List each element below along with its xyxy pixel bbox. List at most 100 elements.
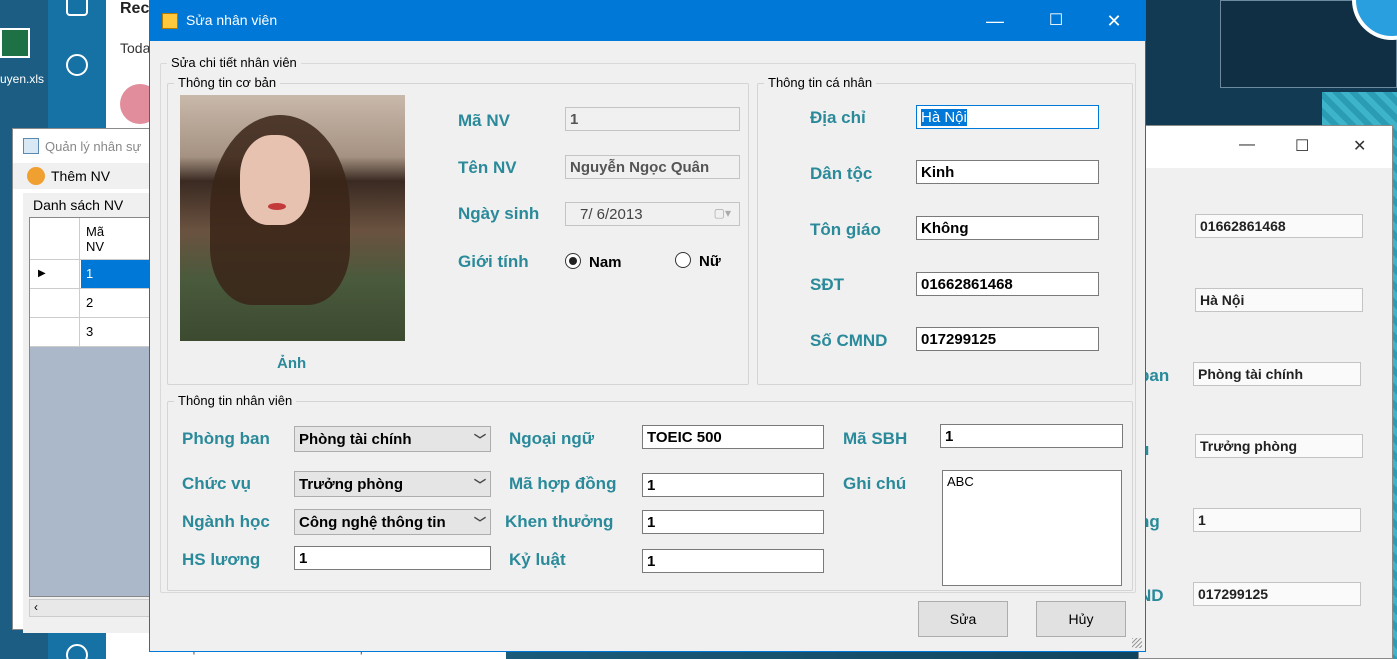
ma-nv-field[interactable]: 1 bbox=[565, 107, 740, 131]
qlns-titlebar[interactable]: Quản lý nhân sự bbox=[13, 129, 161, 163]
dia-chi-selected-text: Hà Nội bbox=[921, 109, 967, 126]
employee-photo[interactable] bbox=[180, 95, 405, 341]
ghi-chu-label: Ghi chú bbox=[843, 474, 907, 493]
window-icon bbox=[162, 13, 178, 29]
hs-luong-label: HS lương bbox=[182, 550, 261, 569]
dialog-title: Sửa nhân viên bbox=[186, 12, 278, 28]
excel-file-label: uyen.xls bbox=[0, 72, 45, 86]
ky-luat-label: Kỷ luật bbox=[509, 550, 566, 569]
grid-cell: 1 bbox=[86, 266, 94, 281]
dan-toc-label: Dân tộc bbox=[810, 164, 873, 183]
ngay-sinh-datepicker[interactable]: 7/ 6/2013 ▢▾ bbox=[565, 202, 740, 226]
edit-employee-dialog[interactable]: Sửa nhân viên — ☐ ✕ Sửa chi tiết nhân vi… bbox=[149, 0, 1146, 652]
scroll-left-icon[interactable]: ‹ bbox=[34, 600, 38, 614]
dia-chi-field[interactable]: Hà Nội bbox=[916, 105, 1099, 129]
row-selector[interactable]: ▶ bbox=[30, 260, 80, 288]
ngay-sinh-value: 7/ 6/2013 bbox=[580, 206, 643, 223]
contacts-icon[interactable] bbox=[66, 0, 88, 16]
help-icon[interactable] bbox=[66, 644, 88, 659]
bot-icon[interactable] bbox=[66, 54, 88, 76]
edit-button[interactable]: Sửa bbox=[918, 601, 1008, 637]
grid-cell: 3 bbox=[86, 324, 94, 339]
ten-nv-field[interactable]: Nguyễn Ngọc Quân bbox=[565, 155, 740, 179]
ton-giao-field[interactable]: Không bbox=[916, 216, 1099, 240]
hs-luong-field[interactable]: 1 bbox=[294, 546, 491, 570]
ngoai-ngu-label: Ngoại ngữ bbox=[509, 429, 595, 448]
employee-list-group: Danh sách NV Mã NV ▶ 1 2 3 bbox=[23, 193, 164, 633]
maximize-icon[interactable]: ☐ bbox=[1295, 136, 1309, 156]
photo-lips bbox=[268, 203, 286, 210]
chevron-down-icon[interactable]: ﹀ bbox=[474, 431, 486, 448]
detail-cmnd: 017299125 bbox=[1193, 582, 1361, 606]
radio-nu[interactable] bbox=[675, 252, 691, 268]
add-user-icon[interactable] bbox=[27, 167, 45, 185]
radio-nu-label[interactable]: Nữ bbox=[699, 253, 721, 270]
khen-thuong-field[interactable]: 1 bbox=[642, 510, 824, 534]
detail-titlebar[interactable]: — ☐ ✕ bbox=[1139, 126, 1392, 168]
calendar-dropdown-icon[interactable]: ▢▾ bbox=[714, 206, 731, 220]
detail-address: Hà Nội bbox=[1195, 288, 1363, 312]
ma-nv-label: Mã NV bbox=[458, 111, 510, 130]
ngay-sinh-label: Ngày sinh bbox=[458, 204, 540, 223]
close-icon[interactable]: ✕ bbox=[1353, 136, 1366, 156]
grid-header: Mã NV bbox=[30, 218, 164, 260]
detail-field: 1 bbox=[1193, 508, 1361, 532]
excel-file-icon[interactable] bbox=[0, 28, 30, 58]
grid-corner bbox=[30, 218, 80, 259]
grid-header-ma-nv[interactable]: Mã NV bbox=[86, 224, 116, 254]
dialog-titlebar[interactable]: Sửa nhân viên — ☐ ✕ bbox=[150, 1, 1145, 41]
ma-sbh-label: Mã SBH bbox=[843, 429, 908, 448]
basic-info-label: Thông tin cơ bản bbox=[174, 75, 281, 90]
resize-grip-icon[interactable] bbox=[1132, 638, 1142, 648]
nganh-hoc-select[interactable]: Công nghệ thông tin ﹀ bbox=[294, 509, 491, 535]
ky-luat-field[interactable]: 1 bbox=[642, 549, 824, 573]
employee-list-label: Danh sách NV bbox=[33, 197, 124, 213]
current-row-arrow-icon: ▶ bbox=[38, 268, 46, 279]
dan-toc-field[interactable]: Kinh bbox=[916, 160, 1099, 184]
employee-grid[interactable]: Mã NV ▶ 1 2 3 bbox=[29, 217, 164, 597]
maximize-button[interactable]: ☐ bbox=[1041, 9, 1071, 33]
cmnd-field[interactable]: 017299125 bbox=[916, 327, 1099, 351]
employee-detail-window[interactable]: — ☐ ✕ 01662861468 ỉ Hà Nội ban Phòng tài… bbox=[1138, 125, 1393, 659]
chuc-vu-value: Trưởng phòng bbox=[299, 476, 404, 493]
add-employee-button[interactable]: Thêm NV bbox=[51, 168, 110, 184]
ma-hop-dong-field[interactable]: 1 bbox=[642, 473, 824, 497]
chevron-down-icon[interactable]: ﹀ bbox=[473, 514, 486, 531]
qlns-toolbar: Thêm NV bbox=[13, 163, 161, 189]
radio-nam[interactable] bbox=[565, 253, 581, 269]
gioi-tinh-label: Giới tính bbox=[458, 252, 529, 271]
ton-giao-label: Tôn giáo bbox=[810, 220, 881, 239]
sdt-field[interactable]: 01662861468 bbox=[916, 272, 1099, 296]
minimize-button[interactable]: — bbox=[980, 9, 1010, 33]
row-selector[interactable] bbox=[30, 318, 80, 346]
row-selector[interactable] bbox=[30, 289, 80, 317]
table-row[interactable]: ▶ 1 bbox=[30, 260, 164, 289]
outlook-heading: Rec bbox=[120, 0, 150, 17]
grid-cell: 2 bbox=[86, 295, 94, 310]
ngoai-ngu-field[interactable]: TOEIC 500 bbox=[642, 425, 824, 449]
phong-ban-label: Phòng ban bbox=[182, 429, 270, 448]
qlns-window[interactable]: Quản lý nhân sự Thêm NV Danh sách NV Mã … bbox=[12, 128, 164, 633]
ghi-chu-textarea[interactable]: ABC bbox=[942, 470, 1122, 586]
cmnd-label: Số CMND bbox=[810, 331, 888, 350]
table-row[interactable]: 3 bbox=[30, 318, 164, 347]
detail-sdt: 01662861468 bbox=[1195, 214, 1363, 238]
phong-ban-select[interactable]: Phòng tài chính ﹀ bbox=[294, 426, 491, 452]
close-button[interactable]: ✕ bbox=[1099, 9, 1129, 33]
sdt-label: SĐT bbox=[810, 275, 844, 294]
ma-sbh-field[interactable]: 1 bbox=[940, 424, 1123, 448]
photo-label: Ảnh bbox=[277, 355, 307, 372]
khen-thuong-label: Khen thưởng bbox=[505, 512, 614, 531]
chuc-vu-select[interactable]: Trưởng phòng ﹀ bbox=[294, 471, 491, 497]
cancel-button[interactable]: Hủy bbox=[1036, 601, 1126, 637]
chevron-down-icon[interactable]: ﹀ bbox=[474, 476, 486, 493]
ten-nv-label: Tên NV bbox=[458, 158, 517, 177]
outlook-subheading: Toda bbox=[120, 40, 151, 56]
table-row[interactable]: 2 bbox=[30, 289, 164, 318]
grid-horizontal-scrollbar[interactable]: ‹ bbox=[29, 599, 163, 617]
nganh-hoc-value: Công nghệ thông tin bbox=[299, 514, 446, 531]
radio-nam-label[interactable]: Nam bbox=[589, 254, 622, 271]
ma-hop-dong-label: Mã hợp đồng bbox=[509, 474, 617, 493]
personal-info-label: Thông tin cá nhân bbox=[764, 75, 877, 90]
minimize-icon[interactable]: — bbox=[1239, 136, 1255, 154]
